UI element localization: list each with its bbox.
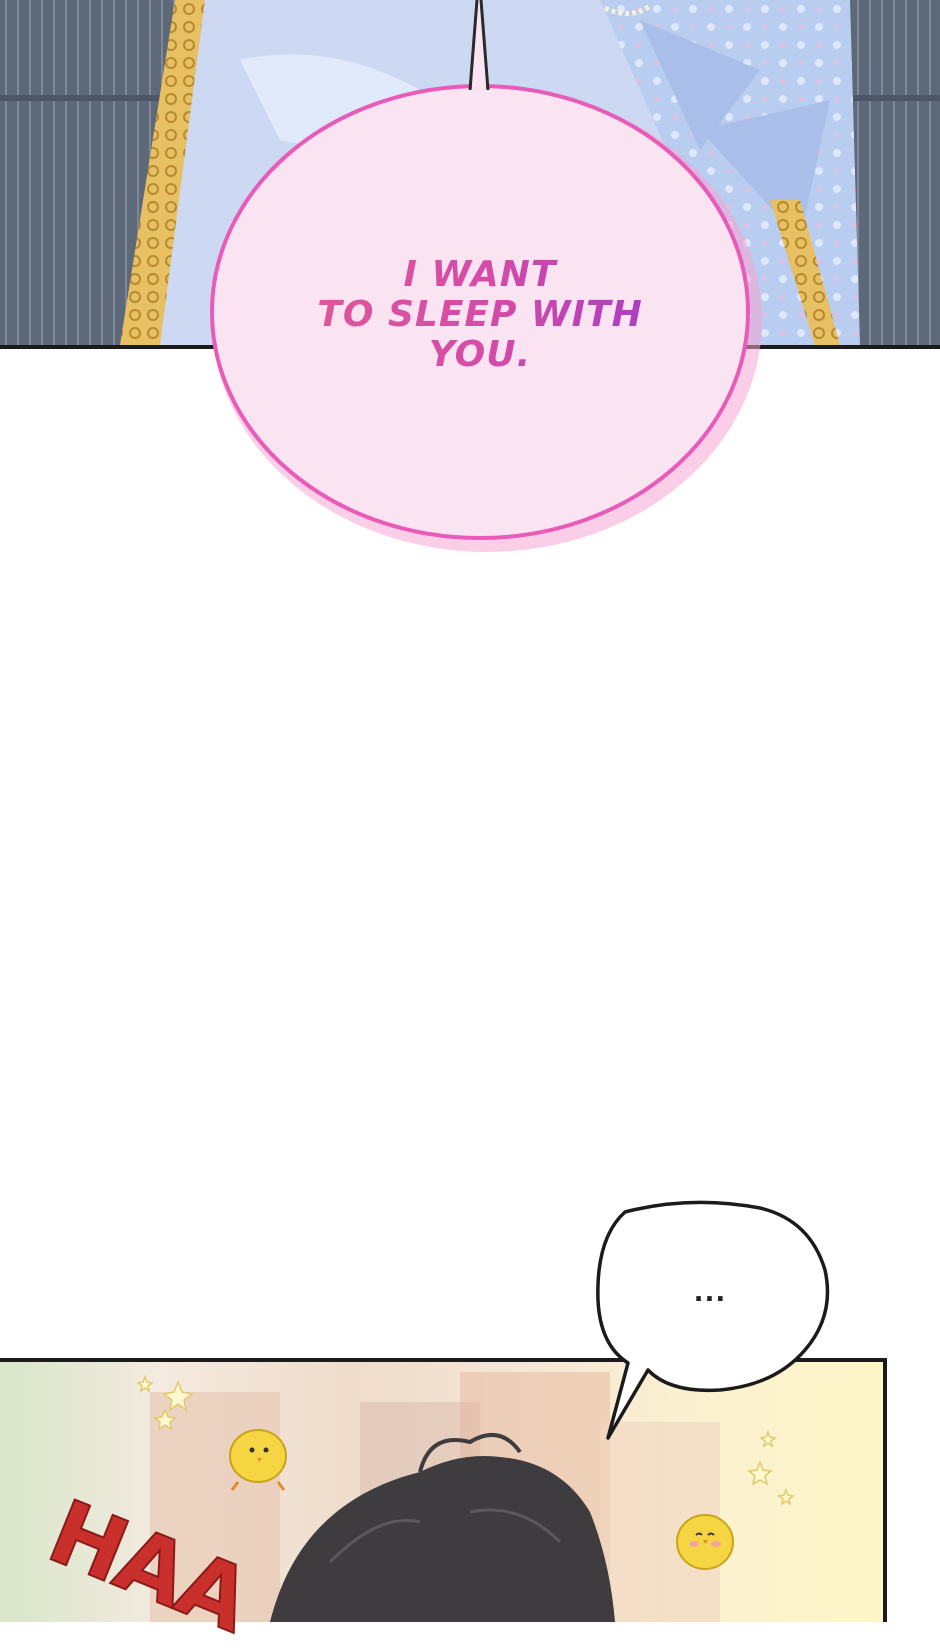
- ellipsis-dialogue-text: ...: [693, 1278, 727, 1308]
- bubble-dialogue-text: I WANT TO SLEEP WITH YOU.: [300, 255, 660, 375]
- chick-icon: [229, 1429, 287, 1491]
- chick-icon: [676, 1514, 734, 1570]
